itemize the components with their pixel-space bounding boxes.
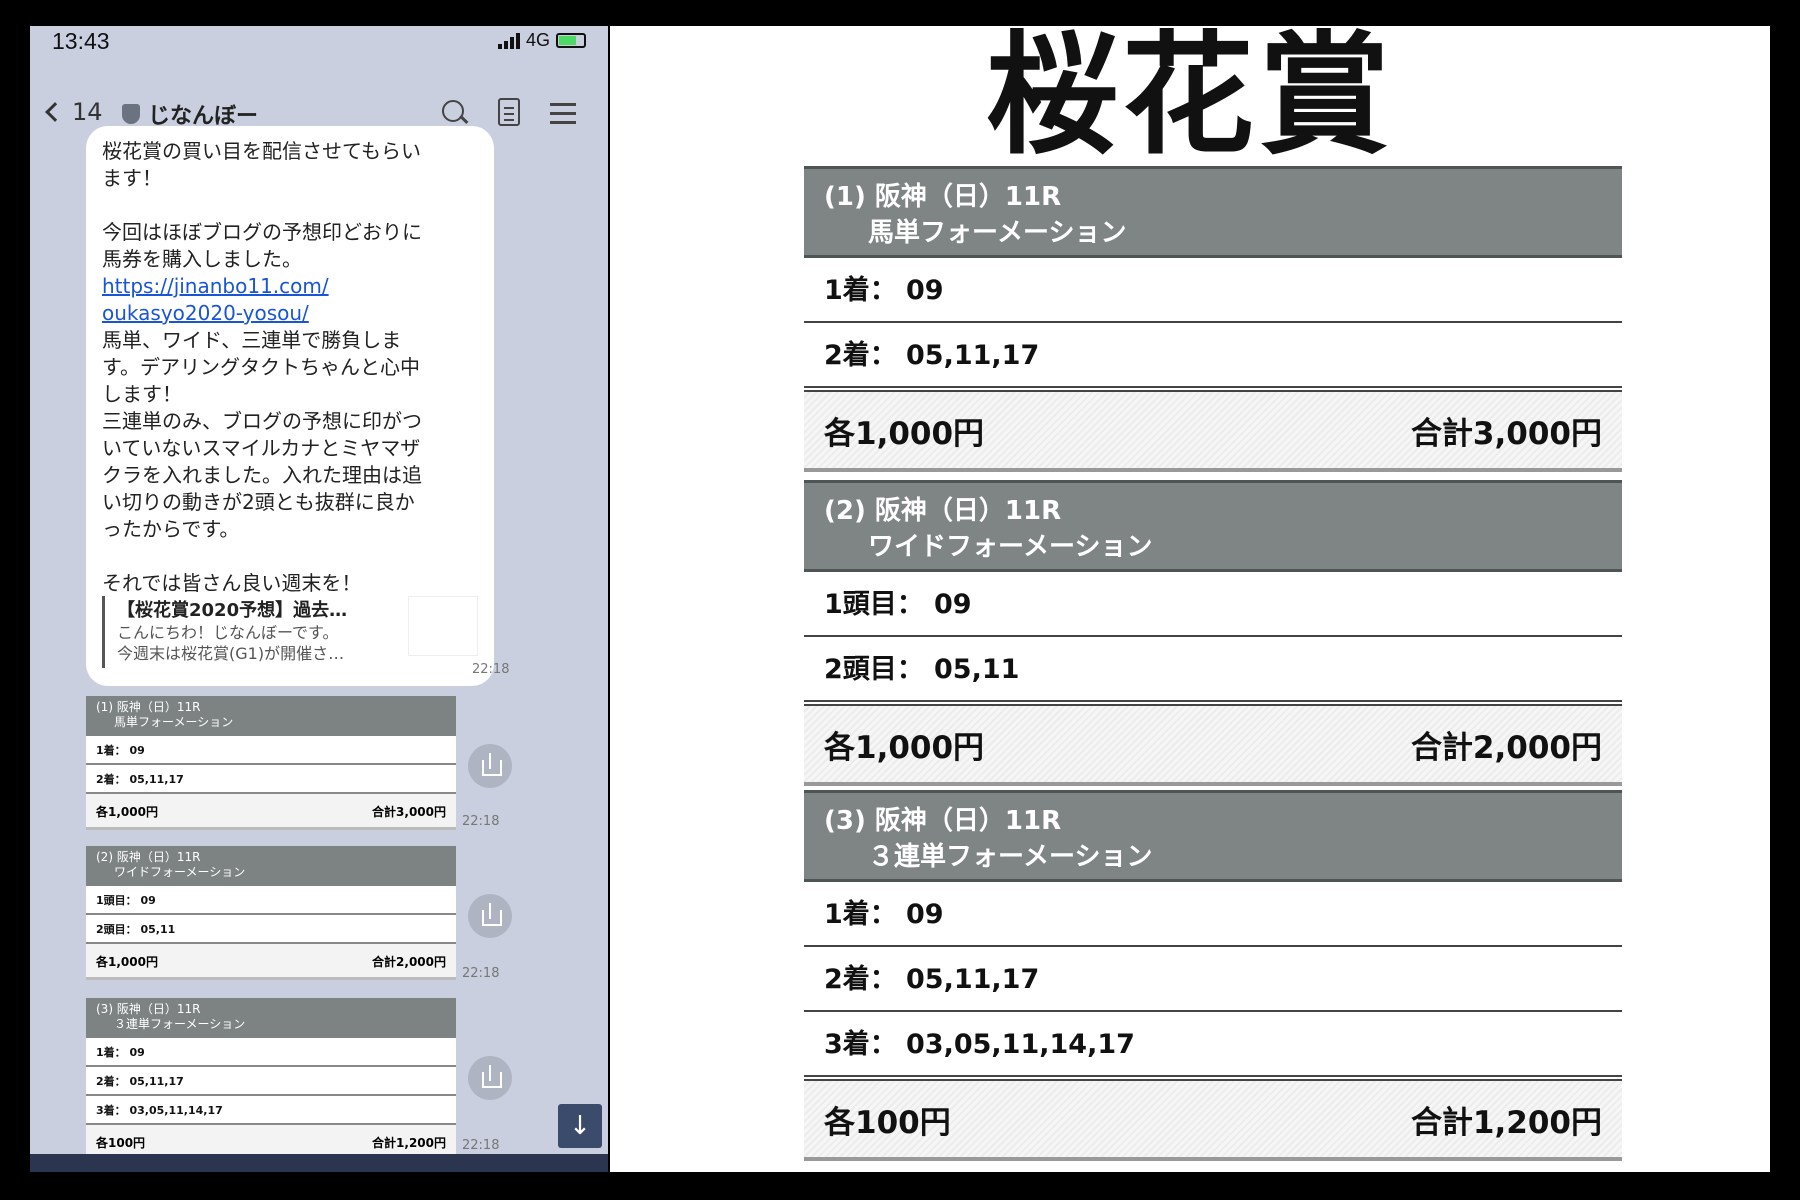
message-time: 22:18	[462, 814, 500, 829]
chevron-left-icon	[45, 102, 65, 122]
bet-row: 2着： 05,11,17	[804, 323, 1622, 388]
status-bar: 13:43 4G	[30, 26, 608, 72]
phone-bottom-bar	[30, 1154, 608, 1172]
bet-total: 各1,000円 合計3,000円	[804, 390, 1622, 472]
status-time: 13:43	[52, 28, 110, 54]
bet-row: 1着： 09	[804, 882, 1622, 947]
bet-row: 2頭目： 05,11	[804, 637, 1622, 702]
link-preview[interactable]: 【桜花賞2020予想】過去… こんにちわ！じなんぼーです。 今週末は桜花賞(G1…	[102, 596, 478, 668]
card-header: (1) 阪神（日）11R 馬単フォーメーション	[86, 696, 456, 736]
image-card[interactable]: (2) 阪神（日）11R ワイドフォーメーション 1頭目： 09 2頭目： 05…	[86, 846, 456, 980]
image-card[interactable]: (1) 阪神（日）11R 馬単フォーメーション 1着： 09 2着： 05,11…	[86, 696, 456, 830]
unread-count: 14	[72, 98, 103, 126]
blog-link[interactable]: https://jinanbo11.com/	[102, 274, 329, 298]
card-header: (3) 阪神（日）11R ３連単フォーメーション	[86, 998, 456, 1038]
card-row: 2頭目： 05,11	[86, 915, 456, 944]
signal-icon	[497, 32, 520, 49]
blog-link-cont[interactable]: oukasyo2020-yosou/	[102, 301, 309, 325]
share-icon[interactable]	[468, 894, 512, 938]
bet-total: 各1,000円 合計2,000円	[804, 704, 1622, 786]
bet-total: 各100円 合計1,200円	[804, 1079, 1622, 1161]
message-time: 22:18	[472, 662, 510, 677]
message-time: 22:18	[462, 1138, 500, 1153]
battery-icon	[556, 33, 586, 48]
card-row: 2着： 05,11,17	[86, 765, 456, 794]
bet-row: 2着： 05,11,17	[804, 947, 1622, 1012]
share-icon[interactable]	[468, 744, 512, 788]
card-row: 1着： 09	[86, 736, 456, 765]
arrow-down-icon: ↓	[569, 1111, 591, 1141]
scroll-down-button[interactable]: ↓	[558, 1104, 602, 1148]
card-total: 各1,000円 合計2,000円	[86, 944, 456, 980]
phone-screenshot: 13:43 4G 14 じなんぼー 桜花賞の買い目を配信させてもらい ます！ 今…	[30, 26, 608, 1172]
menu-icon[interactable]	[548, 98, 578, 128]
card-row: 2着： 05,11,17	[86, 1067, 456, 1096]
bet-row: 1頭目： 09	[804, 572, 1622, 637]
section-header: (3) 阪神（日）11R ３連単フォーメーション	[804, 790, 1622, 882]
section-header: (2) 阪神（日）11R ワイドフォーメーション	[804, 480, 1622, 572]
note-icon[interactable]	[498, 98, 520, 126]
screen-frame: 13:43 4G 14 じなんぼー 桜花賞の買い目を配信させてもらい ます！ 今…	[0, 0, 1800, 1200]
image-card[interactable]: (3) 阪神（日）11R ３連単フォーメーション 1着： 09 2着： 05,1…	[86, 998, 456, 1161]
message-text: 桜花賞の買い目を配信させてもらい ます！ 今回はほぼブログの予想印どおりに 馬券…	[102, 139, 422, 595]
preview-thumbnail	[408, 596, 478, 656]
page-title: 桜花賞	[986, 19, 1394, 173]
message-time: 22:18	[462, 966, 500, 981]
back-button[interactable]: 14	[45, 98, 103, 126]
message-bubble: 桜花賞の買い目を配信させてもらい ます！ 今回はほぼブログの予想印どおりに 馬券…	[86, 126, 494, 686]
card-row: 1着： 09	[86, 1038, 456, 1067]
status-indicators: 4G	[497, 30, 586, 51]
card-row: 3着： 03,05,11,14,17	[86, 1096, 456, 1125]
bet-panel: 桜花賞 (1) 阪神（日）11R 馬単フォーメーション 1着： 09 2着： 05,…	[610, 26, 1770, 1172]
section-header: (1) 阪神（日）11R 馬単フォーメーション	[804, 166, 1622, 258]
share-icon[interactable]	[468, 1056, 512, 1100]
header-actions	[440, 98, 578, 128]
search-icon[interactable]	[440, 98, 470, 128]
card-row: 1頭目： 09	[86, 886, 456, 915]
bet-row: 1着： 09	[804, 258, 1622, 323]
card-header: (2) 阪神（日）11R ワイドフォーメーション	[86, 846, 456, 886]
bet-row: 3着： 03,05,11,14,17	[804, 1012, 1622, 1077]
card-total: 各1,000円 合計3,000円	[86, 794, 456, 830]
shield-icon	[122, 104, 140, 124]
network-label: 4G	[525, 30, 550, 50]
